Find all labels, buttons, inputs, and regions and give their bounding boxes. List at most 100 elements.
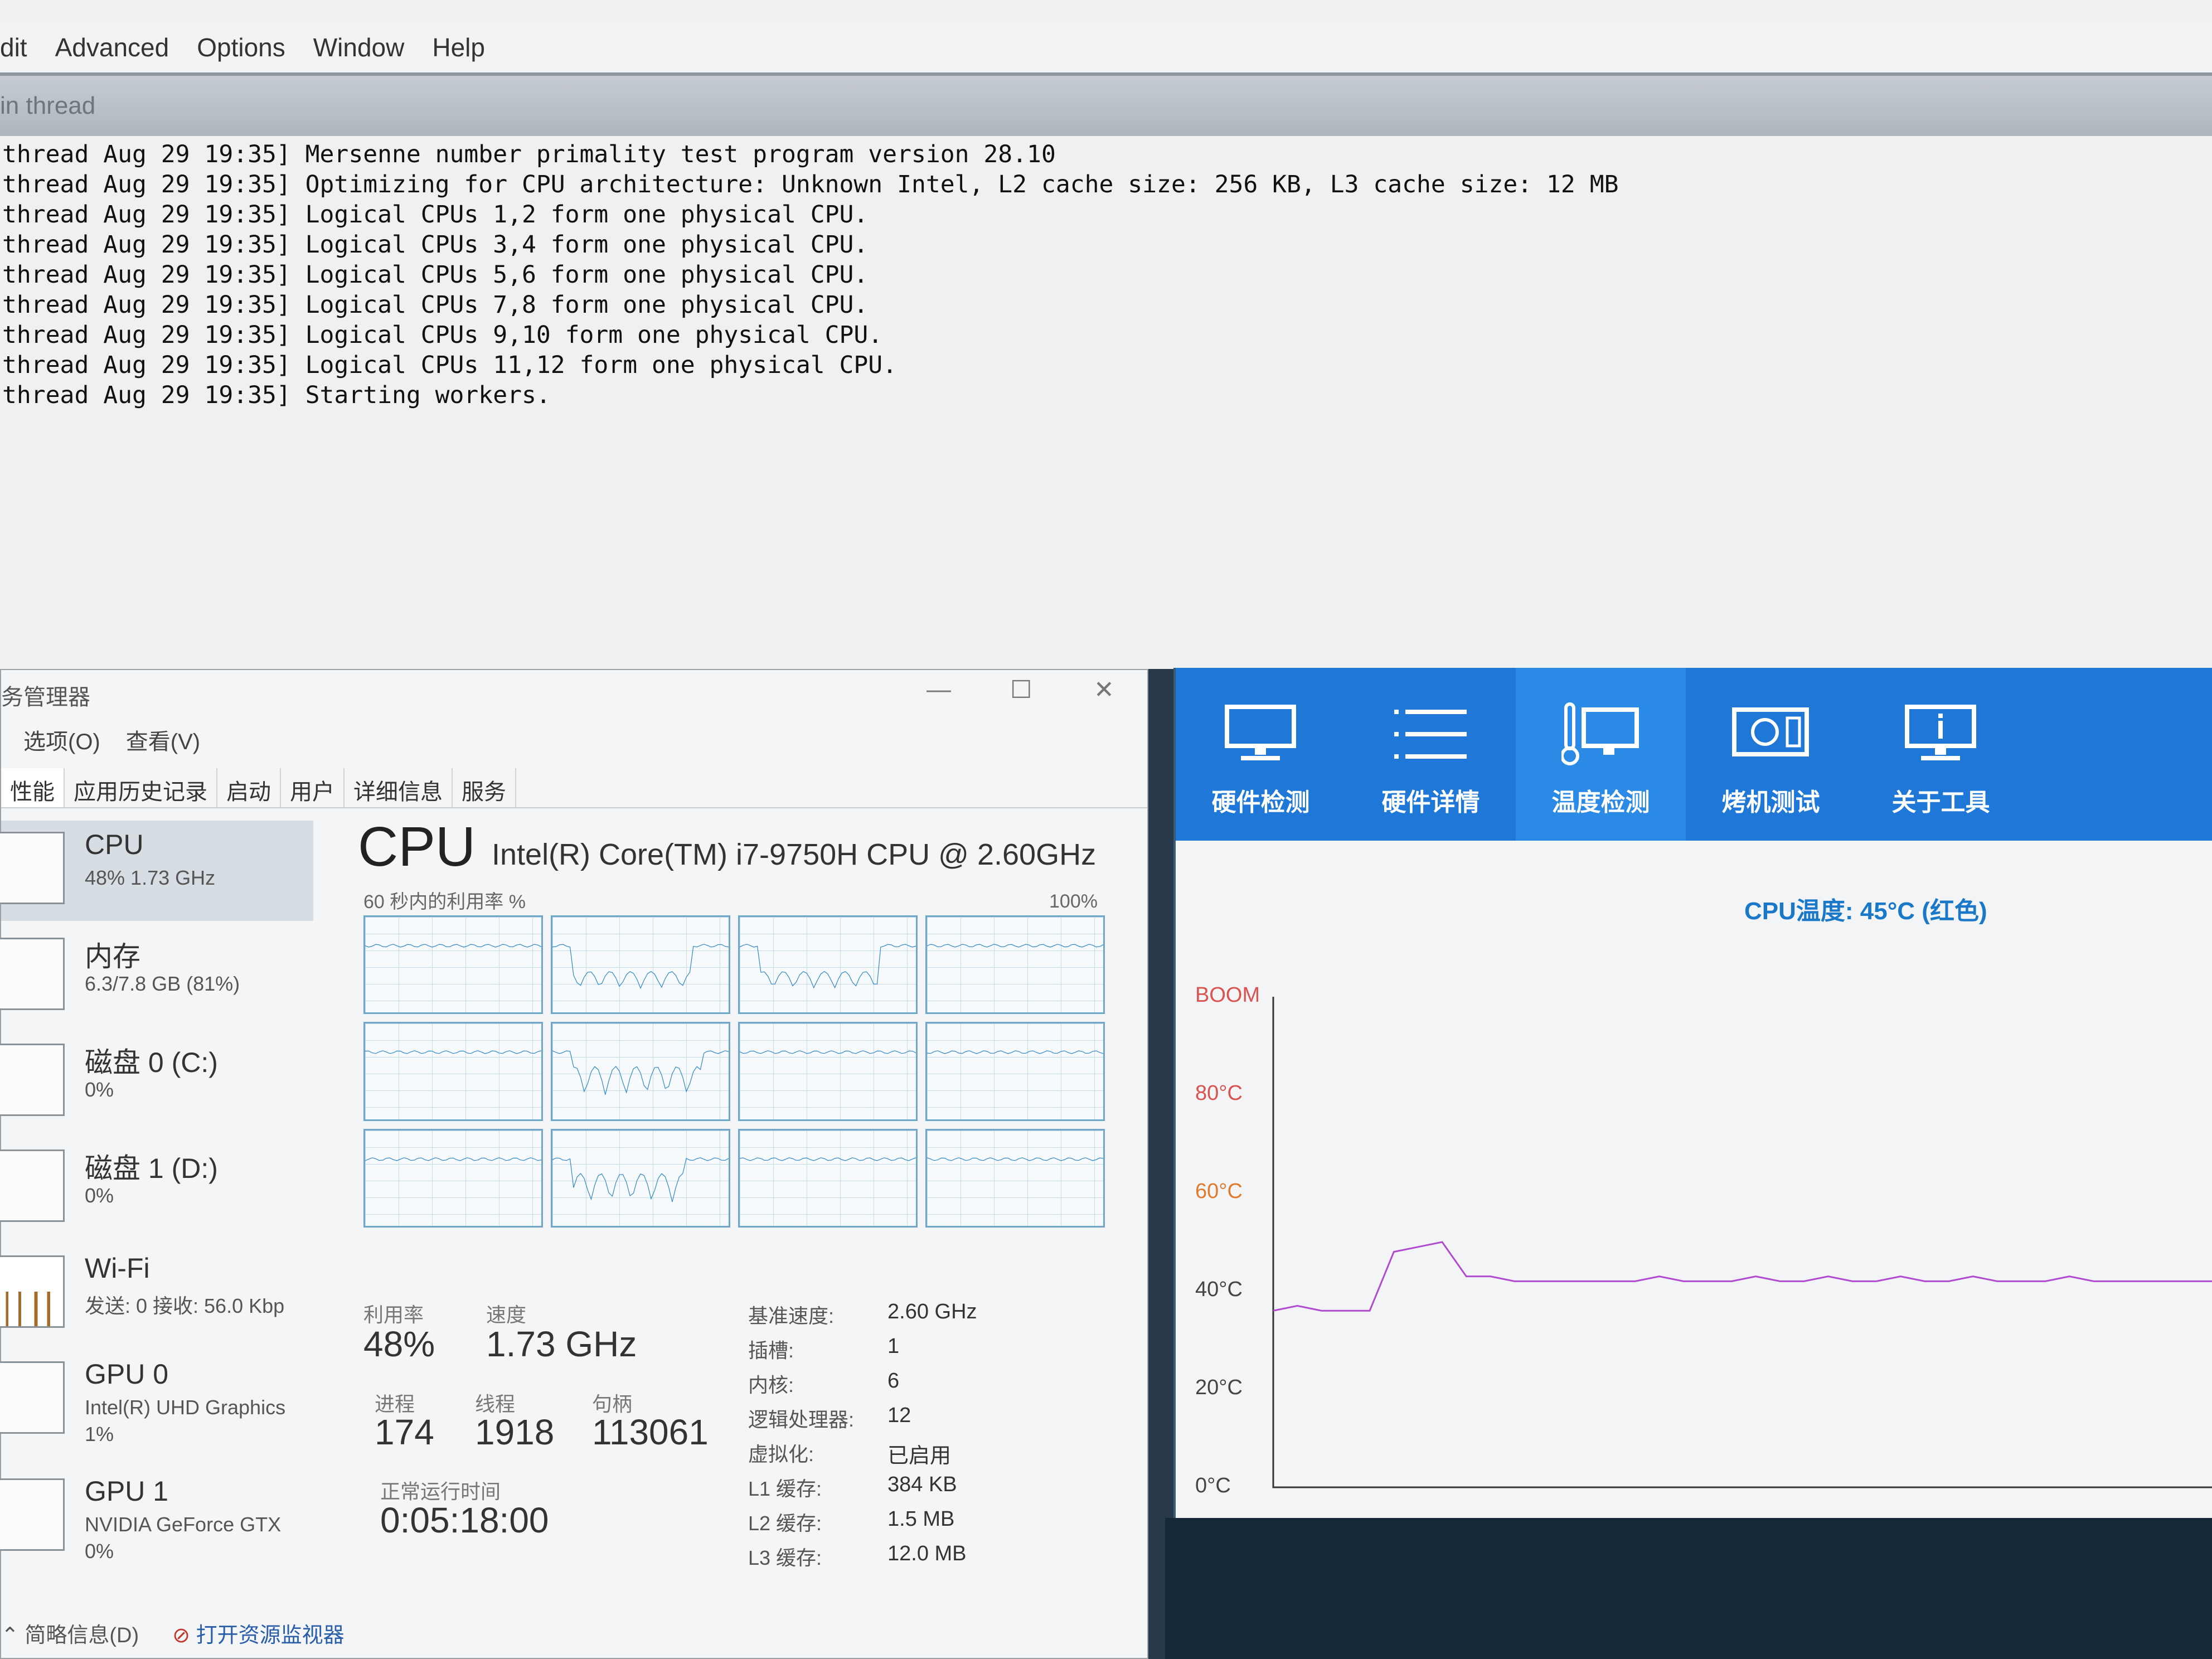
log-line: thread Aug 29 19:35] Logical CPUs 5,6 fo… <box>2 261 869 289</box>
burn-in-test-button[interactable]: 烤机测试 <box>1686 668 1856 841</box>
sidebar-item-label: GPU 0 <box>85 1359 169 1390</box>
cpu-trace-line <box>927 944 1103 947</box>
summary-label: 简略信息(D) <box>25 1624 139 1647</box>
tab-details[interactable]: 详细信息 <box>345 768 453 807</box>
cpu-trace-line <box>552 1051 729 1095</box>
tab-performance[interactable]: 性能 <box>1 768 65 807</box>
logical-cpu-graph <box>363 1022 543 1121</box>
about-tool-button[interactable]: 关于工具 <box>1856 668 2026 841</box>
sidebar-item-value: 0% <box>85 1184 114 1207</box>
spec-value: 1.5 MB <box>887 1507 955 1531</box>
main-thread-title[interactable]: in thread <box>0 76 2212 136</box>
close-button[interactable]: ✕ <box>1094 676 1114 704</box>
info-monitor-icon <box>1905 705 1976 760</box>
tab-services[interactable]: 服务 <box>453 768 516 807</box>
sidebar-item-label: 内存 <box>85 941 140 972</box>
sidebar-item-memory[interactable]: 内存 6.3/7.8 GB (81%) <box>0 926 313 1027</box>
sidebar-item-value: Intel(R) UHD Graphics <box>85 1396 286 1419</box>
cpu-trace <box>740 1023 916 1119</box>
sidebar-item-gpu0[interactable]: GPU 0 Intel(R) UHD Graphics 1% <box>0 1350 313 1451</box>
spec-label: L2 缓存: <box>748 1512 822 1535</box>
sidebar-item-label: 磁盘 1 (D:) <box>85 1153 218 1184</box>
tab-startup[interactable]: 启动 <box>217 768 281 807</box>
spec-value: 1 <box>887 1335 900 1358</box>
sidebar-item-label: CPU <box>85 829 144 860</box>
handles-value: 113061 <box>592 1412 709 1452</box>
sidebar-item-wifi[interactable]: Wi-Fi 发送: 0 接收: 56.0 Kbp <box>0 1244 313 1345</box>
logical-cpu-graph <box>551 1128 730 1228</box>
spec-value: 12 <box>887 1404 911 1427</box>
sidebar-item-label: GPU 1 <box>85 1476 169 1507</box>
menu-view[interactable]: 查看(V) <box>126 724 200 756</box>
gpu-thumbnail <box>0 1361 65 1434</box>
summary-link[interactable]: ⌃ 简略信息(D) <box>1 1618 139 1648</box>
minimize-button[interactable]: — <box>926 676 951 704</box>
disk-thumbnail <box>0 1149 65 1222</box>
list-icon <box>1394 710 1467 759</box>
sidebar-item-disk0[interactable]: 磁盘 0 (C:) 0% <box>0 1032 313 1133</box>
sidebar-item-label: Wi-Fi <box>85 1253 150 1284</box>
spec-value: 384 KB <box>887 1473 957 1496</box>
resource-sidebar: CPU 48% 1.73 GHz 内存 6.3/7.8 GB (81%) 磁盘 … <box>0 815 319 1595</box>
spec-value: 12.0 MB <box>887 1542 967 1565</box>
logical-cpu-graph <box>925 1128 1105 1228</box>
tab-users[interactable]: 用户 <box>281 768 345 807</box>
menu-help[interactable]: Help <box>432 32 485 62</box>
temperature-plot <box>1272 997 2212 1488</box>
spec-label: 插槽: <box>748 1339 794 1362</box>
cpu-trace <box>927 917 1103 1012</box>
tab-app-history[interactable]: 应用历史记录 <box>65 768 217 807</box>
cpu-trace <box>552 1131 729 1226</box>
util-value: 48% <box>363 1324 435 1364</box>
cpu-heading: CPU <box>358 816 476 878</box>
task-manager-window: 务管理器 — ☐ ✕ 选项(O) 查看(V) 性能 应用历史记录 启动 用户 详… <box>0 669 1148 1659</box>
spec-value: 已启用 <box>887 1444 952 1468</box>
logical-cpu-graph <box>925 915 1105 1015</box>
cpu-trace <box>927 1131 1103 1226</box>
background-strip <box>1148 669 1173 1659</box>
sidebar-item-value: NVIDIA GeForce GTX <box>85 1513 282 1536</box>
logical-cpu-graph <box>738 1128 918 1228</box>
menu-advanced[interactable]: Advanced <box>55 32 169 62</box>
cpu-model: Intel(R) Core(TM) i7-9750H CPU @ 2.60GHz <box>492 838 1097 871</box>
logical-cpu-graphs <box>363 915 1105 1228</box>
cpu-trace-line <box>552 1157 729 1201</box>
cpu-trace-line <box>365 1157 541 1160</box>
memory-thumbnail <box>0 938 65 1010</box>
cpu-trace <box>927 1023 1103 1119</box>
temperature-detect-button[interactable]: 温度检测 <box>1516 668 1686 841</box>
menu-options[interactable]: 选项(O) <box>23 724 100 756</box>
chart-axes <box>1272 997 2212 1488</box>
threads-value: 1918 <box>475 1412 555 1452</box>
logical-cpu-graph <box>738 915 918 1015</box>
log-line: thread Aug 29 19:35] Logical CPUs 3,4 fo… <box>2 231 869 259</box>
hardware-details-button[interactable]: 硬件详情 <box>1346 668 1516 841</box>
menu-options[interactable]: Options <box>197 32 285 62</box>
title-bar: 务管理器 — ☐ ✕ <box>1 670 1147 715</box>
resource-monitor-link[interactable]: ⊘ 打开资源监视器 <box>172 1618 344 1648</box>
cpu-trace <box>552 917 729 1012</box>
button-label: 硬件检测 <box>1211 789 1310 816</box>
sidebar-item-value: 发送: 0 接收: 56.0 Kbp <box>85 1294 285 1317</box>
cpu-trace-line <box>927 1157 1103 1160</box>
logical-cpu-graph <box>551 915 730 1015</box>
hardware-detect-button[interactable]: 硬件检测 <box>1176 668 1346 841</box>
sidebar-item-percent: 0% <box>85 1540 114 1563</box>
spec-label: 虚拟化: <box>748 1443 814 1466</box>
cpu-trace <box>365 1131 541 1226</box>
sidebar-item-disk1[interactable]: 磁盘 1 (D:) 0% <box>0 1138 313 1239</box>
tool-toolbar: 硬件检测 硬件详情 温度检测 烤机测试 关于工具 <box>1176 668 2212 841</box>
menu-window[interactable]: Window <box>313 32 405 62</box>
utilization-max: 100% <box>1049 891 1098 912</box>
maximize-button[interactable]: ☐ <box>1010 676 1032 704</box>
log-line: thread Aug 29 19:35] Mersenne number pri… <box>2 140 1056 168</box>
sidebar-item-cpu[interactable]: CPU 48% 1.73 GHz <box>0 821 313 921</box>
menu-edit[interactable]: dit <box>0 32 27 62</box>
sidebar-item-gpu1[interactable]: GPU 1 NVIDIA GeForce GTX 0% <box>0 1467 313 1568</box>
footer: ⌃ 简略信息(D) ⊘ 打开资源监视器 <box>1 1618 345 1648</box>
spec-label: L1 缓存: <box>748 1477 822 1500</box>
log-line: thread Aug 29 19:35] Logical CPUs 7,8 fo… <box>2 291 869 319</box>
logical-cpu-graph <box>363 1128 543 1228</box>
monitor-icon <box>1225 705 1296 760</box>
logical-cpu-graph <box>738 1022 918 1121</box>
